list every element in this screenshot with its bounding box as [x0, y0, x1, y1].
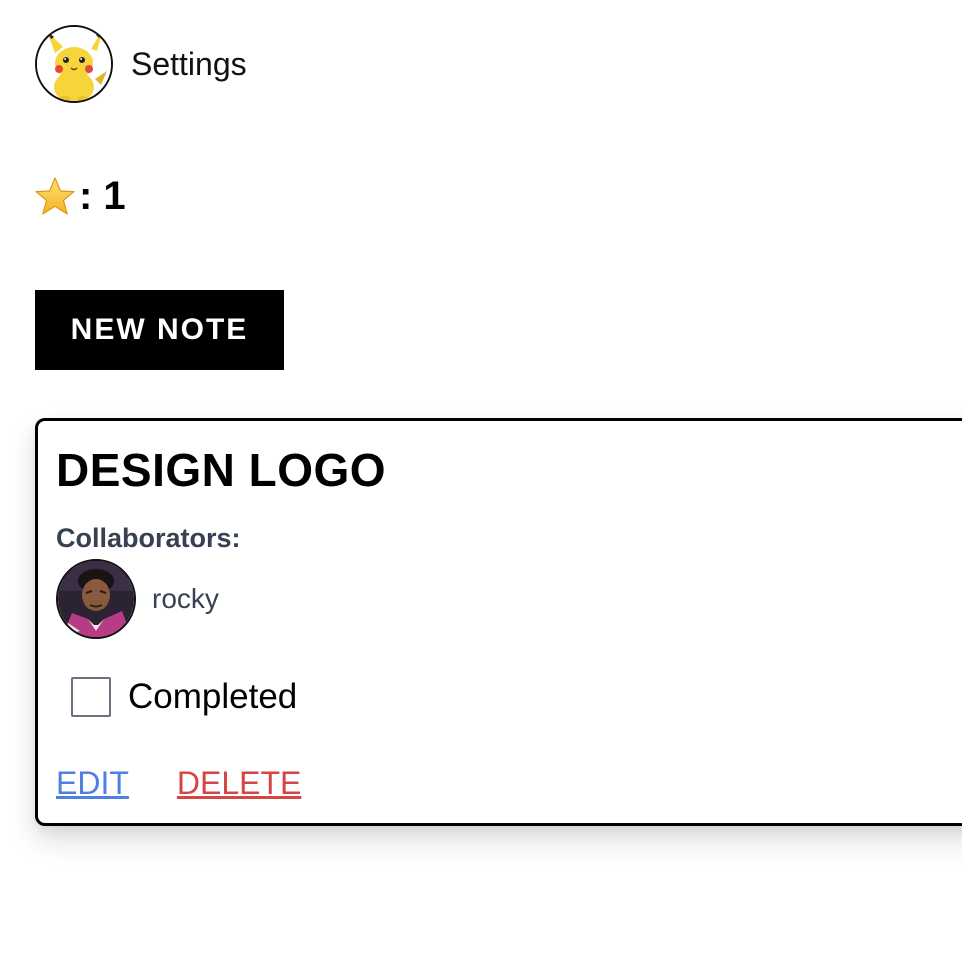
collaborators-label: Collaborators:: [56, 523, 241, 553]
note-title: DESIGN LOGO: [56, 444, 387, 496]
completed-row: Completed: [71, 677, 297, 717]
collaborator-portrait-icon: [58, 561, 134, 637]
collaborator-avatar: [56, 559, 136, 639]
user-avatar[interactable]: [35, 25, 113, 103]
settings-link[interactable]: Settings: [131, 46, 247, 83]
pikachu-avatar-icon: [37, 27, 111, 101]
new-note-button[interactable]: NEW NOTE: [35, 290, 284, 370]
star-count-value: : 1: [79, 174, 126, 218]
collaborator-name: rocky: [152, 583, 219, 614]
header: Settings: [35, 25, 247, 103]
note-card: DESIGN LOGO Collaborators: rocky Complet…: [35, 418, 962, 826]
completed-label: Completed: [128, 677, 298, 716]
completed-checkbox[interactable]: [71, 677, 111, 717]
collaborator-item: rocky: [56, 559, 219, 639]
star-count: : 1: [33, 174, 126, 219]
edit-link[interactable]: EDIT: [56, 765, 129, 802]
star-icon: [35, 176, 75, 215]
note-actions: EDIT DELETE: [56, 765, 301, 802]
delete-link[interactable]: DELETE: [177, 765, 301, 802]
